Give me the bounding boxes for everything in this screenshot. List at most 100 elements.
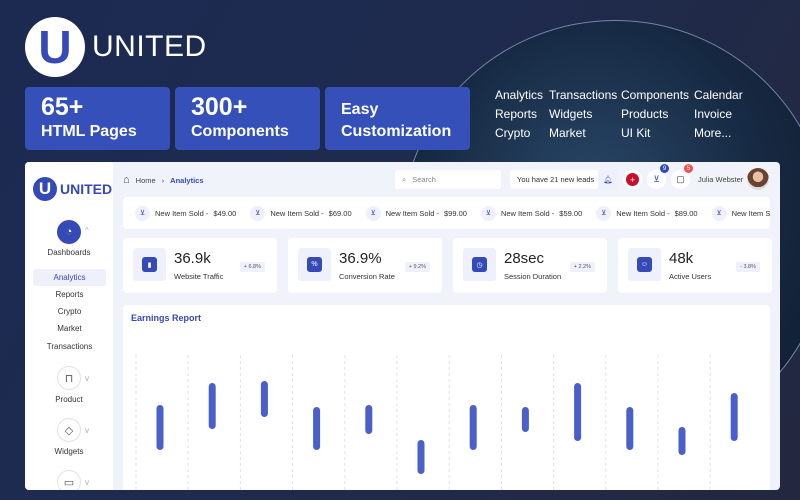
basket-icon: ⊻: [135, 205, 150, 221]
feature-link[interactable]: Components: [621, 86, 694, 104]
chart-bar[interactable]: [156, 405, 164, 450]
feature-link[interactable]: Crypto: [495, 124, 549, 142]
basket-icon[interactable]: ⊻ 9: [647, 164, 669, 189]
promo-card: 300+ Components: [175, 87, 320, 150]
leads-notice[interactable]: You have 21 new leads 🔔︎: [510, 170, 618, 189]
user-menu[interactable]: Julia Webster: [698, 168, 770, 190]
ticker-label: New Item Sold -: [385, 208, 439, 218]
cart-badge: 9: [660, 164, 669, 173]
search-placeholder: Search: [412, 175, 436, 184]
stat-card: % 36.9% Conversion Rate + 9.2%: [288, 238, 442, 293]
sidebar-section-widgets[interactable]: Widgets: [25, 447, 113, 456]
sidebar-section-dashboards[interactable]: Dashboards: [25, 248, 113, 257]
chevron-up-icon[interactable]: ^: [85, 226, 89, 235]
chart-bar[interactable]: [626, 407, 634, 450]
clock-icon: ◷: [472, 257, 487, 272]
chart-bar[interactable]: [574, 383, 582, 441]
gauge-icon[interactable]: ◔: [57, 220, 81, 244]
basket-icon: ⊻: [596, 205, 612, 221]
feature-link[interactable]: More...: [694, 124, 754, 142]
chart-bar[interactable]: [678, 427, 686, 455]
stat-card: ◷ 28sec Session Duration + 2.2%: [453, 238, 607, 293]
chart-bar[interactable]: [260, 381, 268, 417]
basket-icon: ⊻: [250, 205, 266, 221]
leads-text: You have 21 new leads: [517, 175, 595, 184]
bag-icon[interactable]: ⊓: [57, 366, 81, 390]
briefcase-icon[interactable]: ▭: [57, 470, 81, 490]
user-name: Julia Webster: [698, 174, 744, 184]
feature-link[interactable]: Invoice: [694, 105, 754, 123]
feature-link[interactable]: Widgets: [549, 105, 621, 123]
stat-icon-box: ◷: [463, 248, 496, 281]
top-bar: ⌂ Home › Analytics ⌕ Search You have 21 n…: [123, 164, 770, 190]
breadcrumb: ⌂ Home › Analytics: [123, 174, 204, 186]
ticker-price: $49.00: [213, 208, 237, 218]
feature-link[interactable]: Analytics: [495, 86, 549, 104]
chart-icon: ▮: [142, 257, 157, 272]
ticker-item: ⊻ New Item Sold - $99.00: [365, 205, 467, 221]
stat-value: 36.9k: [174, 250, 211, 267]
promo-value: 300+: [191, 93, 248, 121]
chart-bar[interactable]: [208, 383, 216, 429]
chevron-down-icon[interactable]: v: [85, 374, 89, 383]
feature-link[interactable]: Transactions: [549, 86, 621, 104]
breadcrumb-home[interactable]: Home: [136, 176, 156, 185]
stat-value: 48k: [669, 250, 694, 267]
message-badge: 5: [684, 164, 693, 173]
home-icon[interactable]: ⌂: [123, 174, 130, 186]
logo-text: UNITED: [92, 30, 207, 63]
promo-value: 65+: [41, 93, 84, 121]
sidebar-item-reports[interactable]: Reports: [33, 286, 106, 303]
logo-text: UNITED: [60, 181, 113, 197]
chart-bar[interactable]: [313, 407, 321, 450]
ticker-item: ⊻ New Item Sold - $49.00: [135, 205, 237, 221]
earnings-chart: Earnings Report: [123, 305, 770, 490]
ticker-price: $59.00: [559, 208, 583, 218]
chart-bar[interactable]: [730, 393, 738, 441]
stat-icon-box: %: [298, 248, 331, 281]
feature-links: Analytics Transactions Components Calendar R…: [495, 86, 754, 142]
chart-bar[interactable]: [417, 440, 425, 474]
avatar[interactable]: [747, 168, 770, 190]
sidebar-section-product[interactable]: Product: [25, 395, 113, 404]
chart-bar[interactable]: [365, 405, 373, 434]
sidebar-item-market[interactable]: Market: [33, 320, 106, 337]
feature-link[interactable]: Market: [549, 124, 621, 142]
stat-card: ☺ 48k Active Users - 3.8%: [618, 238, 772, 293]
ticker-label: New Item Sold -: [500, 208, 555, 218]
stat-icon-box: ▮: [133, 248, 166, 281]
chevron-down-icon[interactable]: v: [85, 426, 89, 435]
promo-label: Components: [191, 123, 289, 140]
logo-mark: U: [25, 17, 85, 77]
message-icon[interactable]: ▢ 5: [671, 164, 693, 189]
basket-icon: ⊻: [365, 205, 381, 221]
chart-bar[interactable]: [469, 405, 477, 450]
sidebar: U UNITED ◔ ^ Dashboards Analytics Reports …: [25, 162, 113, 490]
chevron-right-icon: ›: [161, 175, 165, 185]
ticker-price: $89.00: [674, 208, 698, 218]
sidebar-item-analytics[interactable]: Analytics: [33, 269, 106, 286]
users-icon: ☺: [637, 257, 652, 272]
promo-card: 65+ HTML Pages: [25, 87, 170, 150]
stat-delta: + 6.8%: [239, 262, 265, 272]
chevron-down-icon[interactable]: v: [85, 478, 89, 487]
feature-link[interactable]: Products: [621, 105, 694, 123]
feature-link[interactable]: Calendar: [694, 86, 754, 104]
ticker-item: ⊻New Item Sold - $: [711, 205, 770, 221]
dashboard-preview: U UNITED ◔ ^ Dashboards Analytics Reports …: [25, 162, 780, 490]
sidebar-item-crypto[interactable]: Crypto: [33, 303, 106, 320]
chart-bar[interactable]: [521, 407, 529, 432]
stat-label: Conversion Rate: [339, 272, 395, 281]
bell-icon[interactable]: 🔔︎: [598, 170, 618, 189]
feature-link[interactable]: UI Kit: [621, 124, 694, 142]
breadcrumb-current: Analytics: [170, 175, 204, 185]
feature-link[interactable]: Reports: [495, 105, 549, 123]
diamond-icon[interactable]: ◇: [57, 418, 81, 442]
sidebar-item-transactions[interactable]: Transactions: [33, 338, 106, 355]
stat-delta: + 2.2%: [569, 262, 595, 272]
stat-label: Session Duration: [504, 272, 562, 281]
stat-card: ▮ 36.9k Website Traffic + 6.8%: [123, 238, 277, 293]
search-input[interactable]: ⌕ Search: [395, 170, 501, 189]
uk-flag-icon[interactable]: +: [623, 170, 642, 189]
logo-mark: U: [33, 177, 57, 201]
